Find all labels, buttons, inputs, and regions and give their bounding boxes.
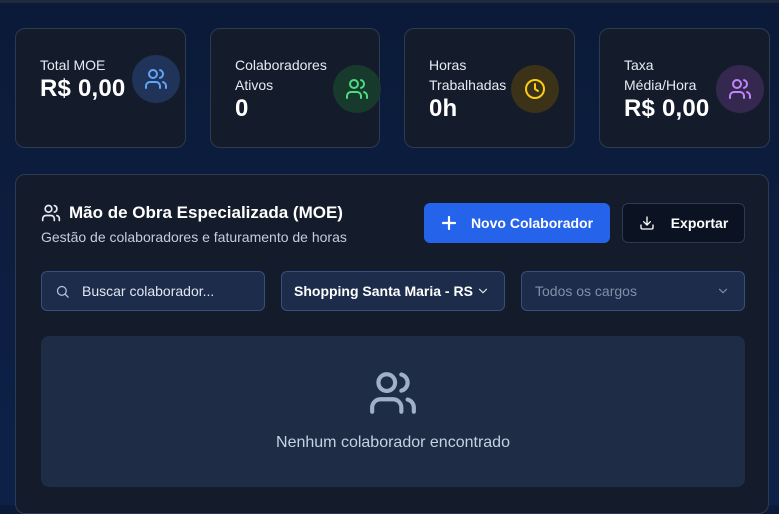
chevron-down-icon [718,288,728,294]
new-collaborator-button[interactable]: Novo Colaborador [424,203,610,243]
stat-label: Taxa Média/Hora [624,57,697,93]
stat-value: 0 [235,95,249,122]
users-icon [370,372,416,414]
search-input[interactable]: Buscar colaborador... [41,271,265,311]
new-collaborator-label: Novo Colaborador [470,215,594,231]
stat-card-average-rate: Taxa Média/Hora R$ 0,00 [599,28,770,148]
stat-label: Total MOE [40,57,106,73]
users-icon [132,55,180,103]
download-icon [640,216,654,230]
stat-value: 0h [429,95,458,122]
search-icon [56,285,69,298]
role-select[interactable]: Todos os cargos [521,271,745,311]
stat-value: R$ 0,00 [40,75,126,102]
stat-card-hours-worked: Horas Trabalhadas 0h [404,28,575,148]
users-icon [333,65,381,113]
empty-state-message: Nenhum colaborador encontrado [276,434,510,451]
export-button[interactable]: Exportar [622,203,745,243]
clock-icon [511,65,559,113]
moe-panel: Mão de Obra Especializada (MOE) Gestão d… [15,174,769,514]
users-icon [716,65,764,113]
empty-state: Nenhum colaborador encontrado [41,336,745,487]
location-select[interactable]: Shopping Santa Maria - RS [281,271,505,311]
role-select-value: Todos os cargos [535,283,637,299]
location-select-value: Shopping Santa Maria - RS [294,283,473,299]
export-label: Exportar [670,215,729,231]
top-border [0,0,779,3]
stat-card-total-moe: Total MOE R$ 0,00 [15,28,186,148]
plus-icon [441,215,457,231]
panel-title: Mão de Obra Especializada (MOE) [69,203,343,222]
search-placeholder: Buscar colaborador... [82,283,215,299]
panel-header: Mão de Obra Especializada (MOE) [41,203,343,223]
stat-card-active-collaborators: Colaboradores Ativos 0 [210,28,381,148]
stat-label: Horas Trabalhadas [429,57,507,93]
stat-value: R$ 0,00 [624,95,710,122]
chevron-down-icon [478,288,488,294]
stat-label: Colaboradores Ativos [235,57,327,93]
panel-subtitle: Gestão de colaboradores e faturamento de… [41,229,347,245]
users-icon [41,204,61,222]
